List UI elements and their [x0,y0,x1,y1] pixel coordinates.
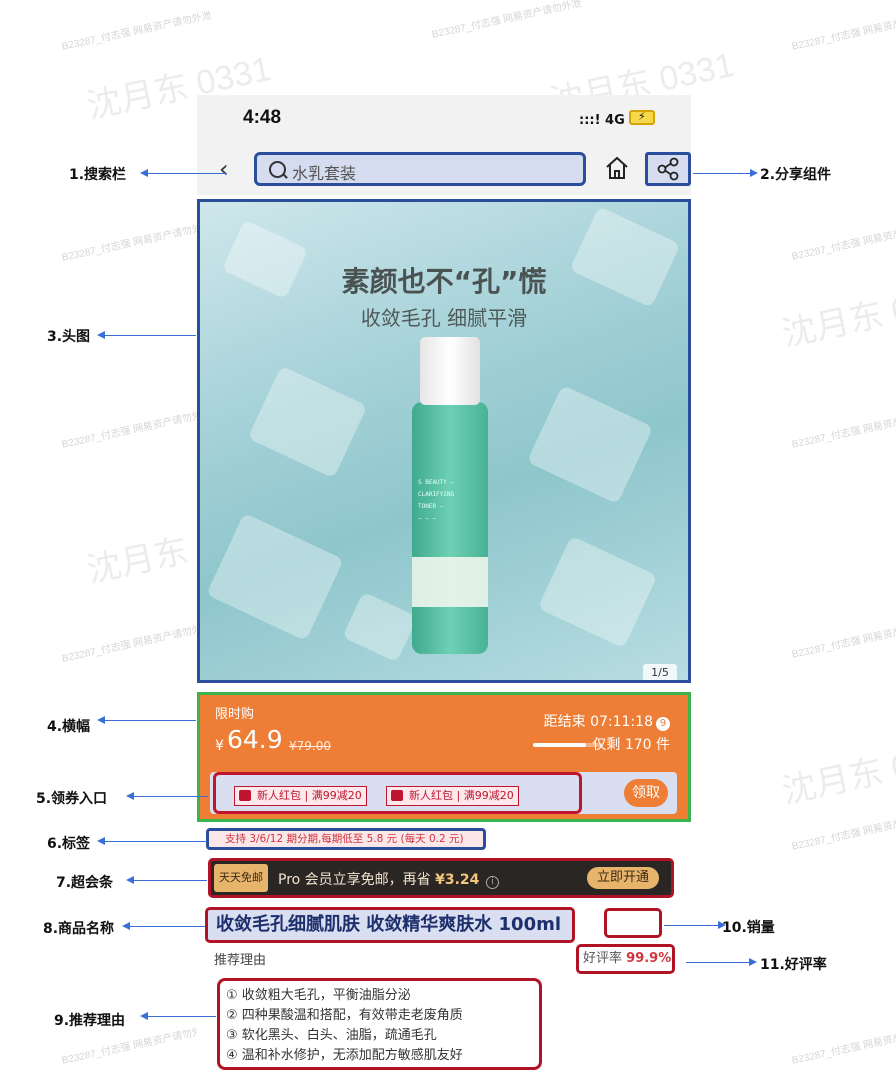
rating[interactable]: 好评率 99.9% [576,944,675,974]
hero-image[interactable]: 素颜也不“孔”慌 收敛毛孔 细腻平滑 S BEAUTY — CLARIFYING T… [197,199,691,683]
watermark-name: 沈月东 0331 [778,277,896,354]
arrow-vip [126,876,207,884]
stock-text: 仅剩 170 件 [592,737,670,753]
vip-bar[interactable]: 天天免邮 Pro 会员立享免邮，再省 ¥3.24 i 立即开通 [208,858,674,898]
watermark-id: B23287_付志强 网易资产请勿外泄 [60,221,213,264]
image-pager: 1/5 [643,664,677,680]
callout-share: 2.分享组件 [760,167,832,183]
status-bar: 4:48 :::! 4G ⚡ [197,95,691,147]
flash-sale-banner: 限时购 ¥ 64.9 ¥79.00 距结束 07:11:18 9 仅剩 170 件… [197,692,691,822]
callout-search: 1.搜索栏 [69,167,127,183]
claim-coupon-button[interactable]: 领取 [624,779,668,807]
arrow-rating [686,958,757,966]
product-name: 收敛毛孔细腻肌肤 收敛精华爽肤水 100ml [205,907,575,943]
watermark-id: B23287_付志强 网易资产请勿外泄 [790,618,896,661]
coupon-list[interactable]: 新人红包 | 满99减20 新人红包 | 满99减20 [213,772,582,814]
coupon-tag[interactable]: 新人红包 | 满99减20 [386,786,519,806]
watermark-id: B23287_付志强 网易资产请勿外泄 [790,1024,896,1067]
original-price: ¥79.00 [289,739,331,753]
vip-text-main: Pro 会员立享免邮，再省 [278,872,431,888]
search-input[interactable]: 水乳套装 [254,152,586,186]
reason-item: ③ 软化黑头、白头、油脂，疏通毛孔 [226,1028,437,1043]
callout-vip: 7.超会条 [56,875,114,891]
reason-item: ④ 温和补水修护，无添加配方敏感肌友好 [226,1048,463,1063]
sales-count [604,908,662,938]
chevron-left-icon[interactable]: ‹ [219,157,229,181]
rating-value: 99.9% [626,951,672,966]
recommend-reasons: ① 收敛粗大毛孔，平衡油脂分泌 ② 四种果酸温和搭配，有效带走老废角质 ③ 软化… [217,978,542,1070]
callout-name: 8.商品名称 [43,921,115,937]
callout-banner: 4.横幅 [47,719,91,735]
watermark-id: B23287_付志强 网易资产请勿外泄 [790,10,896,53]
countdown-badge: 9 [656,717,670,731]
free-shipping-badge: 天天免邮 [214,864,268,892]
countdown: 距结束 07:11:18 9 [544,711,670,731]
reason-item: ① 收敛粗大毛孔，平衡油脂分泌 [226,988,411,1003]
vip-text: Pro 会员立享免邮，再省 ¥3.24 i [278,869,499,889]
callout-coupon: 5.领券入口 [36,791,108,807]
flash-sale-label: 限时购 [215,707,255,722]
search-icon [269,161,286,178]
product-bottle-image: S BEAUTY — CLARIFYING TONER — — — — [408,337,492,657]
currency-symbol: ¥ [215,738,224,754]
arrow-sales [664,921,726,929]
sale-price: 64.9 [227,725,283,754]
arrow-name [122,922,205,930]
watermark-id: B23287_付志强 网易资产请勿外泄 [790,810,896,853]
callout-rating: 11.好评率 [760,957,827,973]
hero-subheadline: 收敛毛孔 细腻平滑 [360,306,528,330]
status-time: 4:48 [243,107,282,128]
vip-open-button[interactable]: 立即开通 [587,867,659,889]
stock-progress-fill [533,743,586,747]
info-icon[interactable]: i [485,876,499,889]
share-button[interactable] [645,152,691,186]
search-placeholder: 水乳套装 [292,164,357,183]
watermark-name: 沈月东 0331 [778,734,896,811]
arrow-reason [140,1012,216,1020]
callout-reason: 9.推荐理由 [54,1013,126,1029]
arrow-hero [97,331,196,339]
recommend-title: 推荐理由 [214,953,267,968]
vip-save-amount: ¥3.24 [435,872,480,888]
installment-tag[interactable]: 支持 3/6/12 期分期,每期低至 5.8 元 (每天 0.2 元) [206,828,486,850]
reason-item: ② 四种果酸温和搭配，有效带走老废角质 [226,1008,463,1023]
callout-sales: 10.销量 [722,920,775,936]
battery-icon: ⚡ [629,110,655,125]
share-icon [657,157,679,181]
home-icon[interactable] [604,155,630,181]
rating-label: 好评率 [583,951,623,966]
arrow-share [693,169,758,177]
countdown-text: 距结束 07:11:18 [543,714,653,730]
callout-hero: 3.头图 [47,329,91,345]
watermark-id: B23287_付志强 网易资产请勿外泄 [60,622,213,665]
watermark-id: B23287_付志强 网易资产请勿外泄 [60,408,213,451]
watermark-id: B23287_付志强 网易资产请勿外泄 [790,408,896,451]
hero-headline: 素颜也不“孔”慌 [341,265,547,298]
phone-screen: 4:48 :::! 4G ⚡ ‹ 水乳套装 素颜也不“孔”慌 收敛毛孔 细腻平滑… [197,95,691,1070]
watermark-id: B23287_付志强 网易资产请勿外泄 [430,0,583,41]
watermark-id: B23287_付志强 网易资产请勿外泄 [790,220,896,263]
signal-indicator: :::! 4G [579,113,625,128]
arrow-search [140,169,227,177]
coupon-tag[interactable]: 新人红包 | 满99减20 [234,786,367,806]
callout-tag: 6.标签 [47,836,91,852]
arrow-tag [97,837,207,845]
arrow-coupon [126,792,208,800]
watermark-id: B23287_付志强 网易资产请勿外泄 [60,10,213,53]
arrow-banner [97,716,196,724]
coupon-entry: 新人红包 | 满99减20 新人红包 | 满99减20 领取 [210,772,677,814]
nav-bar: ‹ 水乳套装 [197,147,691,195]
